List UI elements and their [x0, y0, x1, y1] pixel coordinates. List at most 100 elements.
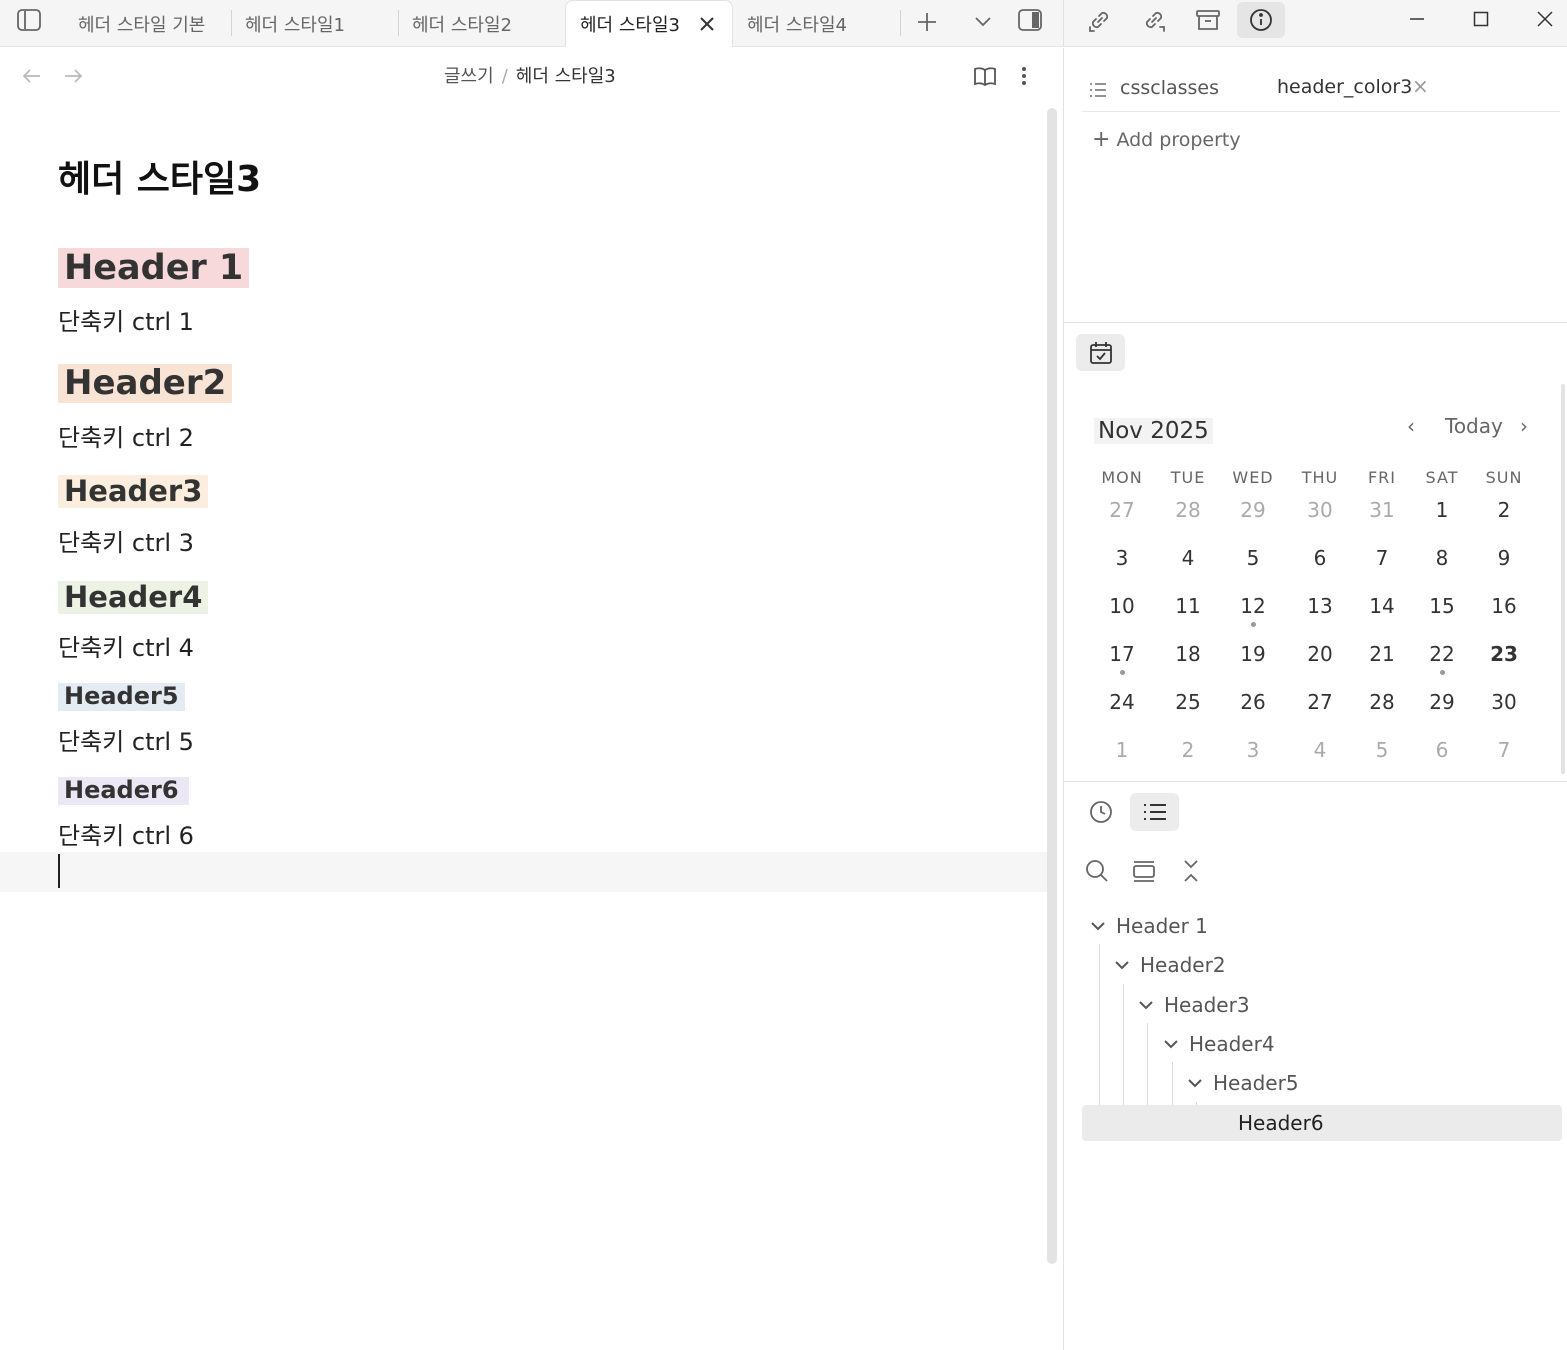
calendar-day[interactable]: 5	[1221, 546, 1285, 570]
tab-header-style-3[interactable]: 헤더 스타일3	[565, 0, 733, 47]
sidebar-left-icon[interactable]	[14, 6, 44, 34]
chevron-down-icon[interactable]	[968, 8, 998, 36]
calendar-scrollbar[interactable]	[1561, 384, 1565, 774]
heading-3[interactable]: Header3	[58, 474, 209, 509]
calendar-day[interactable]: 20	[1288, 642, 1352, 666]
calendar-day[interactable]: 15	[1410, 594, 1474, 618]
link-in-icon[interactable]	[1076, 2, 1124, 38]
calendar-day[interactable]: 6	[1410, 738, 1474, 762]
calendar-day[interactable]: 13	[1288, 594, 1352, 618]
calendar-day[interactable]: 21	[1350, 642, 1414, 666]
calendar-day[interactable]: 28	[1156, 498, 1220, 522]
book-open-icon[interactable]	[971, 62, 999, 90]
calendar-day[interactable]: 3	[1221, 738, 1285, 762]
sidebar-right-icon[interactable]	[1014, 5, 1046, 35]
archive-icon[interactable]	[1184, 2, 1232, 38]
clock-icon[interactable]	[1076, 793, 1125, 831]
chevron-down-icon[interactable]	[1088, 916, 1108, 936]
calendar-day[interactable]: 29	[1221, 498, 1285, 522]
body-text-4[interactable]: 단축키 ctrl 4	[58, 628, 194, 663]
more-vertical-icon[interactable]	[1010, 62, 1038, 90]
heading-5[interactable]: Header5	[58, 682, 185, 711]
close-tab-icon[interactable]	[696, 13, 718, 35]
info-icon[interactable]	[1237, 2, 1285, 38]
heading-6[interactable]: Header6	[58, 776, 189, 805]
chevron-left-icon[interactable]: ‹	[1407, 414, 1415, 438]
calendar-day[interactable]: 1	[1410, 498, 1474, 522]
add-property-button[interactable]: + Add property	[1092, 127, 1241, 152]
calendar-day[interactable]: 16	[1472, 594, 1536, 618]
calendar-day-today[interactable]: 23	[1472, 642, 1536, 666]
chevron-down-icon[interactable]	[1161, 1034, 1181, 1054]
tab-header-style-1[interactable]: 헤더 스타일1	[231, 0, 397, 47]
calendar-day[interactable]: 1	[1090, 738, 1154, 762]
calendar-day[interactable]: 29	[1410, 690, 1474, 714]
editor-scrollbar[interactable]	[1047, 108, 1057, 1264]
calendar-check-icon[interactable]	[1076, 334, 1125, 371]
property-row[interactable]: cssclasses header_color3 ×	[1082, 72, 1560, 112]
outline-item-header-1[interactable]: Header 1	[1082, 908, 1562, 944]
outline-item-header-4[interactable]: Header4	[1082, 1026, 1562, 1062]
calendar-day[interactable]: 26	[1221, 690, 1285, 714]
today-button[interactable]: Today	[1445, 414, 1503, 438]
calendar-day[interactable]: 8	[1410, 546, 1474, 570]
calendar-day[interactable]: 17	[1090, 642, 1154, 675]
calendar-day[interactable]: 12	[1221, 594, 1285, 627]
heading-4[interactable]: Header4	[58, 580, 209, 615]
breadcrumb-current[interactable]: 헤더 스타일3	[516, 66, 616, 87]
calendar-day[interactable]: 2	[1156, 738, 1220, 762]
calendar-day[interactable]: 7	[1350, 546, 1414, 570]
collapse-icon[interactable]	[1176, 856, 1206, 886]
heading-2[interactable]: Header2	[58, 363, 233, 404]
calendar-day[interactable]: 18	[1156, 642, 1220, 666]
search-icon[interactable]	[1082, 856, 1112, 886]
calendar-day[interactable]: 9	[1472, 546, 1536, 570]
chevron-down-icon[interactable]	[1136, 995, 1156, 1015]
tab-header-style-basic[interactable]: 헤더 스타일 기본	[64, 0, 230, 47]
calendar-day[interactable]: 27	[1090, 498, 1154, 522]
close-window-button[interactable]	[1525, 4, 1565, 34]
chevron-down-icon[interactable]	[1185, 1073, 1205, 1093]
calendar-month-label[interactable]: Nov 2025	[1094, 418, 1213, 444]
list-icon[interactable]	[1130, 793, 1179, 831]
calendar-day[interactable]: 3	[1090, 546, 1154, 570]
body-text-1[interactable]: 단축키 ctrl 1	[58, 302, 194, 337]
calendar-day[interactable]: 25	[1156, 690, 1220, 714]
chevron-down-icon[interactable]	[1112, 955, 1132, 975]
property-value-pill[interactable]: header_color3	[1277, 76, 1412, 98]
body-text-6[interactable]: 단축키 ctrl 6	[58, 816, 194, 851]
calendar-day[interactable]: 28	[1350, 690, 1414, 714]
body-text-2[interactable]: 단축키 ctrl 2	[58, 418, 194, 453]
calendar-day[interactable]: 22	[1410, 642, 1474, 675]
calendar-day[interactable]: 6	[1288, 546, 1352, 570]
calendar-day[interactable]: 7	[1472, 738, 1536, 762]
outline-item-header-5[interactable]: Header5	[1082, 1065, 1562, 1101]
heading-1[interactable]: Header 1	[58, 248, 250, 289]
forward-arrow-icon[interactable]	[61, 64, 85, 88]
tab-header-style-4[interactable]: 헤더 스타일4	[733, 0, 899, 47]
remove-value-icon[interactable]: ×	[1412, 74, 1429, 98]
calendar-day[interactable]: 2	[1472, 498, 1536, 522]
calendar-day[interactable]: 10	[1090, 594, 1154, 618]
calendar-day[interactable]: 30	[1288, 498, 1352, 522]
body-text-3[interactable]: 단축키 ctrl 3	[58, 523, 194, 558]
property-key[interactable]: cssclasses	[1120, 77, 1219, 99]
minimize-button[interactable]	[1397, 4, 1437, 34]
chevron-right-icon[interactable]: ›	[1520, 414, 1528, 438]
link-out-icon[interactable]	[1130, 2, 1178, 38]
calendar-day[interactable]: 19	[1221, 642, 1285, 666]
calendar-day[interactable]: 24	[1090, 690, 1154, 714]
expand-icon[interactable]	[1129, 856, 1159, 886]
back-arrow-icon[interactable]	[20, 64, 44, 88]
calendar-day[interactable]: 4	[1288, 738, 1352, 762]
plus-icon[interactable]	[912, 8, 942, 36]
calendar-day[interactable]: 5	[1350, 738, 1414, 762]
calendar-day[interactable]: 31	[1350, 498, 1414, 522]
active-line[interactable]	[0, 852, 1047, 892]
calendar-day[interactable]: 4	[1156, 546, 1220, 570]
breadcrumb-folder[interactable]: 글쓰기	[444, 66, 494, 87]
tab-header-style-2[interactable]: 헤더 스타일2	[398, 0, 564, 47]
outline-item-header-3[interactable]: Header3	[1082, 987, 1562, 1023]
note-title[interactable]: 헤더 스타일3	[58, 150, 261, 202]
maximize-button[interactable]	[1461, 4, 1501, 34]
